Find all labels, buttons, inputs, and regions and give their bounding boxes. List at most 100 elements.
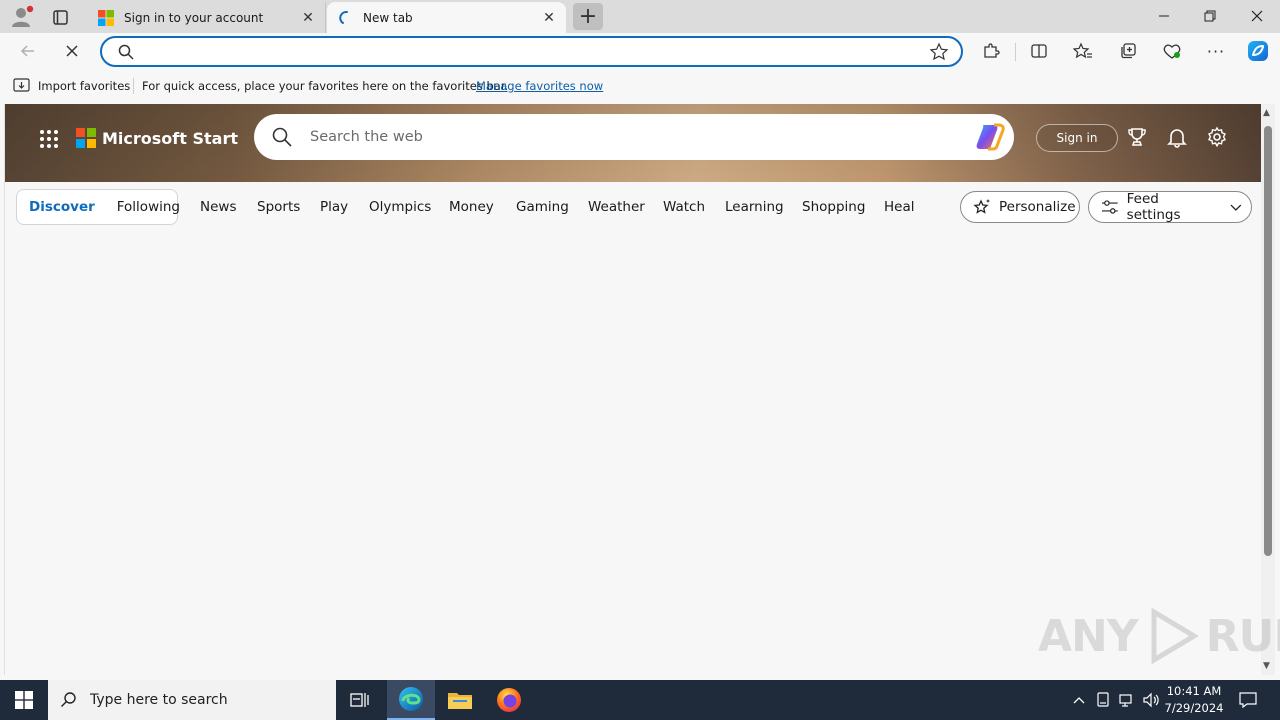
close-tab-icon[interactable]: ✕ (297, 7, 319, 29)
tab-strip: Sign in to your account ✕ New tab ✕ + (0, 0, 1280, 33)
copilot-button[interactable] (1243, 37, 1273, 65)
favorites-button[interactable] (1068, 37, 1098, 65)
web-search-input[interactable] (310, 127, 950, 147)
page-content: Microsoft Start Sign in (4, 104, 1262, 675)
tab-actions-icon (53, 10, 68, 25)
address-bar[interactable] (100, 36, 963, 67)
tab-actions-button[interactable] (46, 4, 74, 30)
tab-discover[interactable]: Discover (29, 199, 95, 215)
stop-loading-button[interactable] (57, 37, 87, 65)
task-view-icon (350, 693, 369, 707)
system-clock[interactable]: 10:41 AM 7/29/2024 (1160, 683, 1228, 717)
close-window-button[interactable] (1234, 0, 1280, 32)
search-icon (61, 692, 76, 707)
brand-logo[interactable]: Microsoft Start (76, 128, 238, 148)
web-search-box[interactable] (254, 114, 1014, 160)
address-input[interactable] (142, 42, 922, 62)
collections-button[interactable] (1113, 37, 1143, 65)
nav-item-learning[interactable]: Learning (725, 199, 784, 215)
import-favorites-button[interactable]: Import favorites (13, 78, 130, 93)
minimize-icon (1159, 15, 1169, 17)
personalize-label: Personalize (999, 199, 1076, 215)
action-center-button[interactable] (1232, 680, 1264, 720)
sign-in-button[interactable]: Sign in (1036, 124, 1118, 152)
microsoft-logo-icon (76, 128, 96, 148)
chevron-up-icon (1073, 697, 1085, 704)
profile-button[interactable] (8, 4, 36, 30)
feed-settings-button[interactable]: Feed settings (1088, 191, 1252, 223)
back-button[interactable] (13, 37, 43, 65)
copilot-icon[interactable] (974, 122, 1006, 152)
bell-icon (1167, 129, 1187, 148)
windows-logo-icon (15, 691, 33, 709)
apps-launcher-button[interactable] (38, 128, 60, 150)
task-view-button[interactable] (336, 680, 384, 720)
nav-item-news[interactable]: News (200, 199, 236, 215)
search-icon (118, 44, 134, 60)
loading-spinner-icon (339, 10, 348, 24)
notifications-button[interactable] (1164, 124, 1190, 150)
start-button[interactable] (0, 680, 48, 720)
microsoft-logo-icon (98, 9, 114, 26)
taskbar-firefox-button[interactable] (485, 680, 533, 720)
tray-device-button[interactable] (1093, 680, 1113, 720)
feed-toggle: Discover Following (16, 189, 180, 225)
nav-item-shopping[interactable]: Shopping (802, 199, 865, 215)
import-icon (13, 78, 30, 92)
favorites-message: For quick access, place your favorites h… (142, 79, 509, 93)
tab-sign-in[interactable]: Sign in to your account ✕ (88, 2, 326, 33)
play-logo-icon (1151, 607, 1199, 665)
nav-item-weather[interactable]: Weather (588, 199, 645, 215)
restore-icon (1204, 10, 1216, 22)
rewards-button[interactable] (1124, 124, 1150, 150)
show-hidden-icons-button[interactable] (1069, 680, 1089, 720)
volume-button[interactable] (1140, 680, 1162, 720)
nav-item-health[interactable]: Heal (884, 199, 914, 215)
favorites-divider (133, 78, 134, 94)
toolbar-divider (1015, 43, 1016, 61)
profile-icon (12, 5, 34, 27)
restore-button[interactable] (1187, 0, 1233, 32)
tab-following[interactable]: Following (117, 199, 180, 215)
chevron-down-icon (1230, 204, 1242, 211)
minimize-button[interactable] (1141, 0, 1187, 32)
close-tab-icon[interactable]: ✕ (538, 7, 560, 29)
scrollbar-thumb[interactable] (1264, 126, 1272, 556)
settings-more-button[interactable]: ··· (1201, 37, 1231, 65)
extensions-button[interactable] (976, 37, 1006, 65)
clock-date: 7/29/2024 (1164, 701, 1224, 715)
network-icon (1119, 694, 1132, 707)
trophy-icon (1128, 128, 1146, 146)
speaker-icon (1143, 692, 1159, 708)
split-screen-icon (1031, 44, 1047, 58)
gear-icon (1208, 126, 1226, 148)
split-screen-button[interactable] (1024, 37, 1054, 65)
more-dots-icon: ··· (1206, 41, 1226, 61)
nav-item-money[interactable]: Money (449, 199, 494, 215)
page-scrollbar[interactable]: ▲ ▼ (1261, 104, 1275, 675)
tab-title: Sign in to your account (124, 10, 264, 25)
nav-item-play[interactable]: Play (320, 199, 348, 215)
app-grid-icon (40, 130, 58, 148)
close-icon (1251, 10, 1263, 22)
puzzle-icon (984, 43, 1000, 58)
favorites-icon (1073, 42, 1092, 59)
manage-favorites-link[interactable]: Manage favorites now (476, 79, 603, 93)
nav-item-olympics[interactable]: Olympics (369, 199, 431, 215)
taskbar-edge-button[interactable] (387, 680, 435, 720)
taskbar-file-explorer-button[interactable] (436, 680, 484, 720)
favorite-star-icon[interactable] (929, 42, 949, 62)
heart-pulse-icon (1163, 44, 1181, 59)
page-settings-button[interactable] (1204, 124, 1230, 150)
stop-icon (66, 45, 78, 57)
scroll-up-icon[interactable]: ▲ (1263, 108, 1270, 118)
network-button[interactable] (1116, 680, 1138, 720)
taskbar-search-box[interactable]: Type here to search (48, 680, 336, 720)
browser-essentials-button[interactable] (1157, 37, 1187, 65)
nav-item-sports[interactable]: Sports (257, 199, 300, 215)
personalize-button[interactable]: Personalize (960, 191, 1080, 223)
nav-item-watch[interactable]: Watch (663, 199, 705, 215)
tab-new-tab[interactable]: New tab ✕ (327, 2, 566, 33)
nav-item-gaming[interactable]: Gaming (516, 199, 569, 215)
new-tab-button[interactable]: + (573, 3, 603, 30)
